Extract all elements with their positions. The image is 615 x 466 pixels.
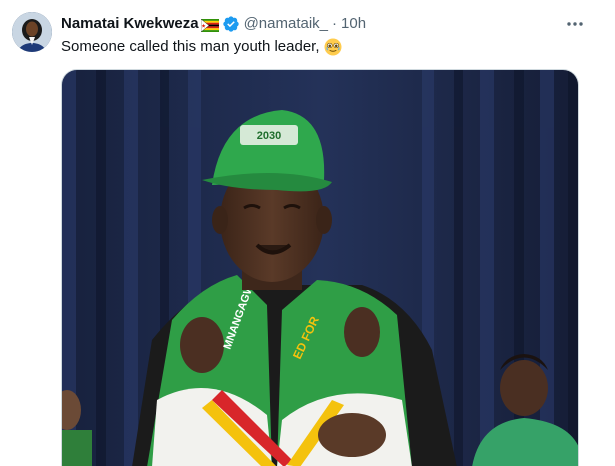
- tweet-header: Namatai Kwekweza @namataik_ · 10h: [61, 14, 366, 34]
- tweet-card[interactable]: Namatai Kwekweza @namataik_ · 10h Someon…: [0, 0, 615, 466]
- tweet-text-content: Someone called this man youth leader,: [61, 38, 320, 55]
- cap-text: 2030: [257, 130, 281, 142]
- author-avatar[interactable]: [12, 12, 52, 52]
- separator-dot: ·: [332, 15, 338, 32]
- author-display-name[interactable]: Namatai Kwekweza: [61, 14, 199, 34]
- avatar-image: [12, 12, 52, 52]
- zimbabwe-flag-icon: [200, 18, 219, 32]
- verified-badge-icon[interactable]: [222, 15, 240, 33]
- tweet-timestamp[interactable]: 10h: [341, 14, 366, 34]
- more-horizontal-icon: [567, 22, 583, 26]
- photo-elderly-man-icon: MNANGAGWA ED FOR 2030: [62, 70, 578, 466]
- tweet-media-photo[interactable]: MNANGAGWA ED FOR 2030: [61, 69, 579, 466]
- tweet-text: Someone called this man youth leader,: [61, 37, 342, 57]
- smiling-face-with-tear-eyes-emoji-icon: [324, 38, 342, 56]
- more-options-button[interactable]: [565, 14, 585, 34]
- author-handle[interactable]: @namataik_: [244, 14, 328, 34]
